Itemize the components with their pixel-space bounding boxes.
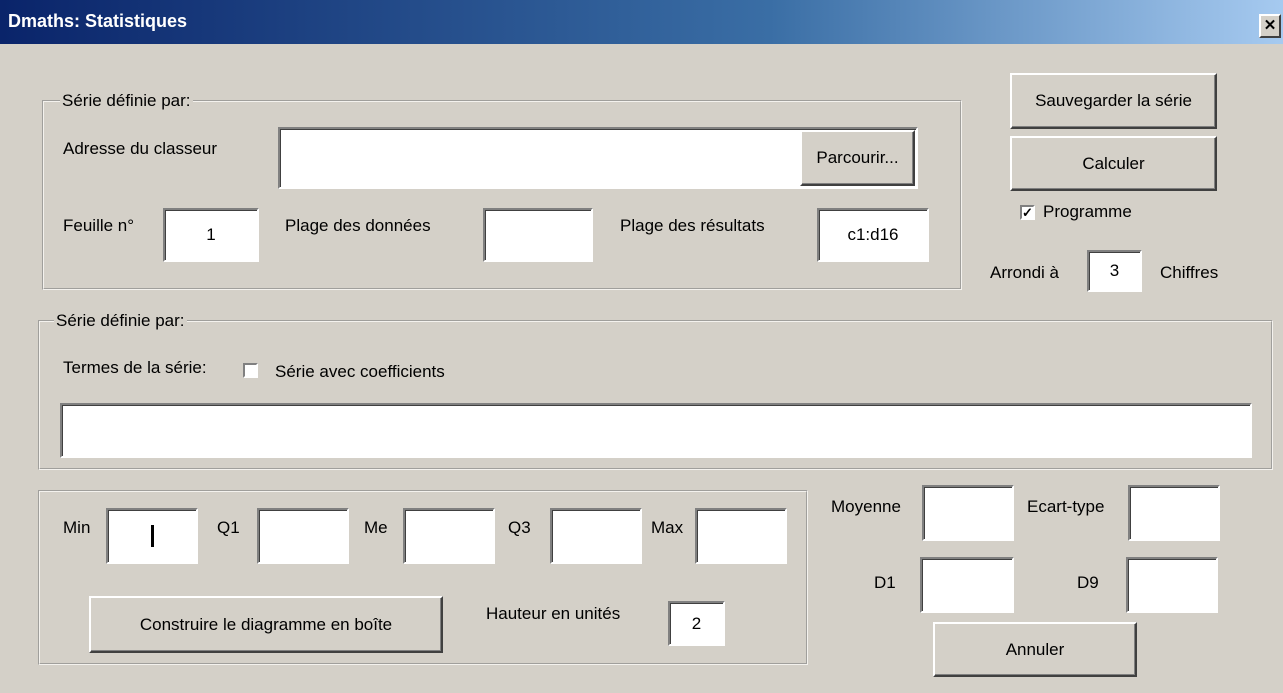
q1-input[interactable] bbox=[257, 508, 349, 564]
q3-label: Q3 bbox=[508, 518, 531, 537]
d1-label: D1 bbox=[874, 573, 896, 592]
median-input[interactable] bbox=[403, 508, 495, 564]
group-legend: Série définie par: bbox=[60, 91, 193, 111]
result-range-label: Plage des résultats bbox=[620, 216, 765, 235]
program-checkbox[interactable]: ✓ bbox=[1020, 205, 1035, 220]
cancel-button[interactable]: Annuler bbox=[933, 622, 1137, 677]
close-button[interactable]: ✕ bbox=[1259, 14, 1281, 38]
sheet-label: Feuille n° bbox=[63, 216, 135, 235]
std-input[interactable] bbox=[1128, 485, 1220, 541]
title-bar: Dmaths: Statistiques ✕ bbox=[0, 0, 1283, 44]
build-boxplot-button[interactable]: Construire le diagramme en boîte bbox=[89, 596, 443, 653]
terms-label: Termes de la série: bbox=[63, 358, 207, 377]
save-series-button[interactable]: Sauvegarder la série bbox=[1010, 73, 1217, 129]
group-legend: Série définie par: bbox=[54, 311, 187, 331]
q1-label: Q1 bbox=[217, 518, 240, 537]
std-label: Ecart-type bbox=[1027, 497, 1105, 516]
address-label: Adresse du classeur bbox=[63, 139, 218, 158]
min-label: Min bbox=[63, 518, 91, 537]
height-label: Hauteur en unités bbox=[486, 604, 621, 623]
max-label: Max bbox=[651, 518, 684, 537]
mean-label: Moyenne bbox=[831, 497, 901, 516]
text-cursor bbox=[150, 525, 154, 547]
height-input[interactable]: 2 bbox=[668, 601, 725, 646]
browse-button[interactable]: Parcourir... bbox=[800, 130, 915, 186]
sheet-input[interactable]: 1 bbox=[163, 208, 259, 262]
terms-input[interactable] bbox=[60, 403, 1252, 458]
d1-input[interactable] bbox=[920, 557, 1014, 613]
min-input[interactable] bbox=[106, 508, 198, 564]
data-range-input[interactable] bbox=[483, 208, 593, 262]
d9-label: D9 bbox=[1077, 573, 1099, 592]
data-range-label: Plage des données bbox=[285, 216, 431, 235]
coefficients-checkbox[interactable] bbox=[243, 363, 258, 378]
result-range-input[interactable]: c1:d16 bbox=[817, 208, 929, 262]
window-title: Dmaths: Statistiques bbox=[8, 11, 188, 31]
round-label: Arrondi à bbox=[990, 263, 1059, 282]
program-checkbox-label[interactable]: Programme bbox=[1043, 202, 1132, 222]
q3-input[interactable] bbox=[550, 508, 642, 564]
calculate-button[interactable]: Calculer bbox=[1010, 136, 1217, 191]
check-icon: ✓ bbox=[1022, 205, 1033, 220]
max-input[interactable] bbox=[695, 508, 787, 564]
round-input[interactable]: 3 bbox=[1087, 250, 1142, 292]
d9-input[interactable] bbox=[1126, 557, 1218, 613]
close-icon: ✕ bbox=[1263, 17, 1277, 34]
digits-label: Chiffres bbox=[1160, 263, 1219, 282]
coefficients-checkbox-label[interactable]: Série avec coefficients bbox=[275, 362, 445, 382]
mean-input[interactable] bbox=[922, 485, 1014, 541]
me-label: Me bbox=[364, 518, 388, 537]
